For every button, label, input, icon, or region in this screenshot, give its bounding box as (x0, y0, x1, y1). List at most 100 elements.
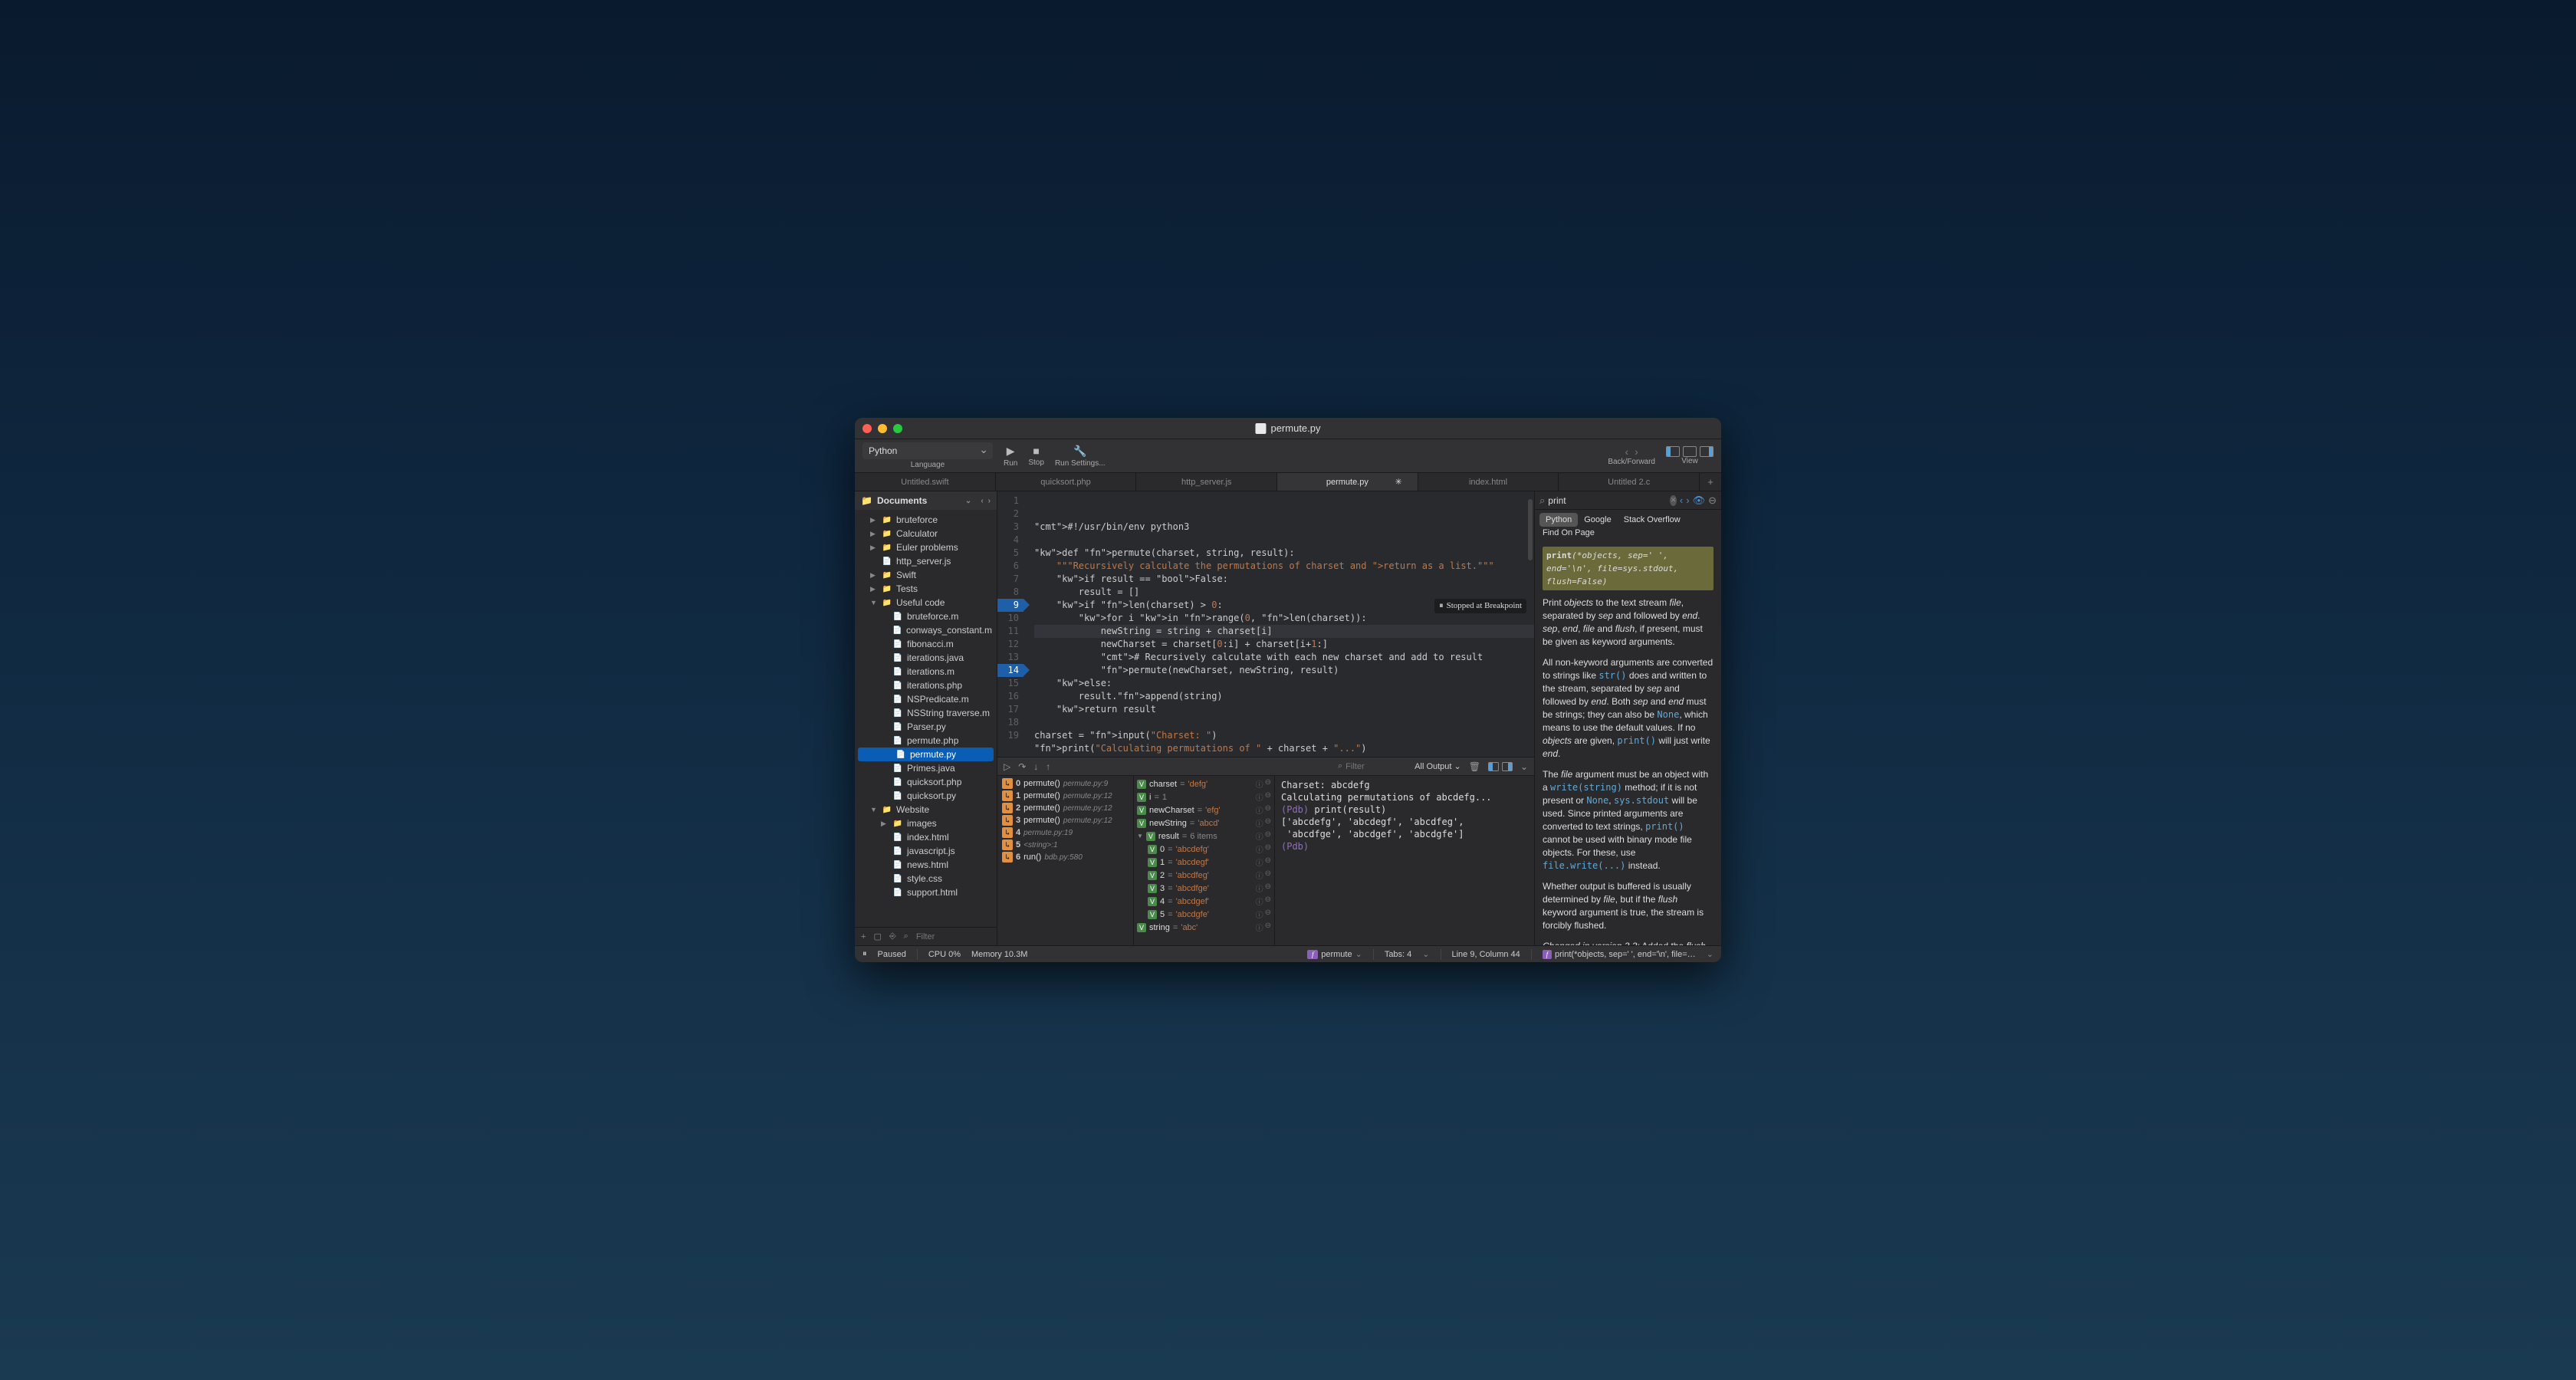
code-line[interactable] (1034, 534, 1534, 547)
eye-icon[interactable]: 👁 (1693, 495, 1706, 507)
file-iterations-m[interactable]: 📄iterations.m (855, 665, 997, 678)
disclosure-triangle-icon[interactable]: ▶ (870, 530, 878, 538)
forward-button[interactable]: › (1635, 445, 1638, 458)
folder-images[interactable]: ▶📁images (855, 816, 997, 830)
tab-quicksort-php[interactable]: quicksort.php (996, 473, 1137, 491)
line-number[interactable]: 2 (997, 508, 1019, 521)
clear-search-button[interactable]: ✕ (1670, 495, 1677, 506)
variable-actions[interactable]: ⓘ⊖ (1256, 817, 1271, 829)
run-settings-button[interactable]: 🔧 Run Settings... (1055, 445, 1106, 468)
file-quicksort-php[interactable]: 📄quicksort.php (855, 775, 997, 789)
file-nspredicate-m[interactable]: 📄NSPredicate.m (855, 692, 997, 706)
stack-frame[interactable]: ↳6run()bdb.py:580 (997, 851, 1133, 863)
stack-frame[interactable]: ↳1permute()permute.py:12 (997, 790, 1133, 802)
file-iterations-php[interactable]: 📄iterations.php (855, 678, 997, 692)
new-folder-button[interactable]: ▢ (873, 932, 881, 941)
disclosure-triangle-icon[interactable]: ▼ (870, 806, 878, 813)
nav-fwd-icon[interactable]: › (988, 497, 991, 505)
file-style-css[interactable]: 📄style.css (855, 872, 997, 886)
line-number[interactable]: 3 (997, 521, 1019, 534)
doc-tab-google[interactable]: Google (1578, 513, 1617, 527)
variables-pane[interactable]: Vcharset = 'defg'ⓘ⊖Vi = 1ⓘ⊖VnewCharset =… (1134, 776, 1275, 945)
disclosure-triangle-icon[interactable]: ▶ (870, 571, 878, 580)
line-number[interactable]: 18 (997, 716, 1019, 729)
variable-row[interactable]: V4 = 'abcdgef'ⓘ⊖ (1134, 895, 1274, 908)
file-index-html[interactable]: 📄index.html (855, 830, 997, 844)
console-output[interactable]: Charset: abcdefgCalculating permutations… (1275, 776, 1534, 945)
step-out-button[interactable]: ↑ (1046, 761, 1050, 772)
code-line[interactable]: charset = "fn">input("Charset: ") (1034, 729, 1534, 742)
file-bruteforce-m[interactable]: 📄bruteforce.m (855, 610, 997, 623)
stack-frame[interactable]: ↳4permute.py:19 (997, 826, 1133, 839)
doc-prev-button[interactable]: ‹ (1680, 495, 1683, 506)
file-parser-py[interactable]: 📄Parser.py (855, 720, 997, 734)
disclosure-triangle-icon[interactable]: ▶ (881, 820, 889, 828)
code-line[interactable]: "kw">else: (1034, 677, 1534, 690)
file-permute-py[interactable]: 📄permute.py (858, 748, 994, 761)
stack-frame[interactable]: ↳0permute()permute.py:9 (997, 777, 1133, 790)
sidebar-header[interactable]: 📁 Documents ⌄ ‹ › (855, 491, 997, 510)
disclosure-triangle-icon[interactable]: ▶ (870, 544, 878, 552)
action-button[interactable]: ⎆ (889, 932, 896, 941)
code-line[interactable]: result."fn">append(string) (1034, 690, 1534, 703)
folder-calculator[interactable]: ▶📁Calculator (855, 527, 997, 540)
find-on-page-link[interactable]: Find On Page (1535, 527, 1721, 542)
view-right-panel-button[interactable] (1700, 446, 1714, 457)
code-line[interactable]: "kw">if result == "bool">False: (1034, 573, 1534, 586)
line-number[interactable]: 1 (997, 495, 1019, 508)
code-line[interactable]: "cmt">#!/usr/bin/env python3 (1034, 521, 1534, 534)
filter-input[interactable]: Filter (916, 932, 935, 941)
step-into-button[interactable]: ↓ (1033, 761, 1038, 772)
code-content[interactable]: "cmt">#!/usr/bin/env python3 "kw">def "f… (1024, 491, 1534, 757)
add-button[interactable]: + (861, 932, 866, 941)
file-news-html[interactable]: 📄news.html (855, 858, 997, 872)
line-number[interactable]: 7 (997, 573, 1019, 586)
view-left-panel-button[interactable] (1666, 446, 1680, 457)
layout-left-button[interactable] (1488, 762, 1499, 771)
maximize-button[interactable] (893, 424, 902, 433)
run-button[interactable]: ▶ Run (1004, 445, 1017, 468)
variable-actions[interactable]: ⓘ⊖ (1256, 922, 1271, 933)
variable-row[interactable]: Vcharset = 'defg'ⓘ⊖ (1134, 777, 1274, 790)
folder-euler-problems[interactable]: ▶📁Euler problems (855, 540, 997, 554)
disclosure-triangle-icon[interactable]: ▼ (1137, 833, 1143, 840)
output-mode-select[interactable]: All Output⌄ (1414, 761, 1461, 771)
layout-right-button[interactable] (1502, 762, 1513, 771)
variable-row[interactable]: V5 = 'abcdgfe'ⓘ⊖ (1134, 908, 1274, 921)
file-fibonacci-m[interactable]: 📄fibonacci.m (855, 637, 997, 651)
code-line[interactable] (1034, 716, 1534, 729)
variable-row[interactable]: ▼Vresult = 6 itemsⓘ⊖ (1134, 830, 1274, 843)
code-line[interactable]: "kw">for i "kw">in "fn">range(0, "fn">le… (1034, 612, 1534, 625)
line-number[interactable]: 15 (997, 677, 1019, 690)
code-line[interactable]: "kw">return result (1034, 703, 1534, 716)
stack-frame[interactable]: ↳5<string>:1 (997, 839, 1133, 851)
line-number[interactable]: 16 (997, 690, 1019, 703)
file-conways_constant-m[interactable]: 📄conways_constant.m (855, 623, 997, 637)
file-iterations-java[interactable]: 📄iterations.java (855, 651, 997, 665)
file-quicksort-py[interactable]: 📄quicksort.py (855, 789, 997, 803)
disclosure-triangle-icon[interactable]: ▼ (870, 599, 878, 606)
line-number[interactable]: 6 (997, 560, 1019, 573)
variable-actions[interactable]: ⓘ⊖ (1256, 830, 1271, 842)
minimize-button[interactable] (878, 424, 887, 433)
line-number[interactable]: 10 (997, 612, 1019, 625)
variable-row[interactable]: Vi = 1ⓘ⊖ (1134, 790, 1274, 803)
call-stack[interactable]: ↳0permute()permute.py:9↳1permute()permut… (997, 776, 1134, 945)
variable-actions[interactable]: ⓘ⊖ (1256, 778, 1271, 790)
variable-actions[interactable]: ⓘ⊖ (1256, 869, 1271, 881)
code-editor[interactable]: 12345678910111213141516171819 "cmt">#!/u… (997, 491, 1534, 757)
step-over-button[interactable]: ↷ (1018, 761, 1026, 772)
file-permute-php[interactable]: 📄permute.php (855, 734, 997, 748)
folder-tests[interactable]: ▶📁Tests (855, 582, 997, 596)
folder-useful-code[interactable]: ▼📁Useful code (855, 596, 997, 610)
disclosure-triangle-icon[interactable]: ▶ (870, 585, 878, 593)
variable-actions[interactable]: ⓘ⊖ (1256, 804, 1271, 816)
nav-back-icon[interactable]: ‹ (981, 497, 983, 505)
line-number[interactable]: 5 (997, 547, 1019, 560)
code-line[interactable]: "fn">print("Calculating permutations of … (1034, 742, 1534, 755)
back-button[interactable]: ‹ (1625, 445, 1628, 458)
variable-row[interactable]: VnewString = 'abcd'ⓘ⊖ (1134, 816, 1274, 830)
pause-icon[interactable]: ⏸ (863, 949, 867, 959)
file-primes-java[interactable]: 📄Primes.java (855, 761, 997, 775)
file-javascript-js[interactable]: 📄javascript.js (855, 844, 997, 858)
